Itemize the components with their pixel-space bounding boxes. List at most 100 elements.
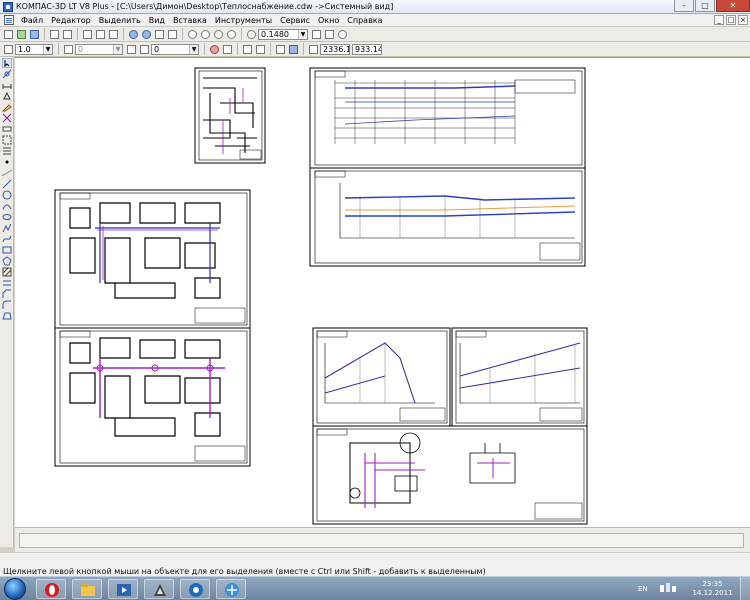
menu-editor[interactable]: Редактор [47,14,95,27]
close-button[interactable]: ✕ [716,0,750,12]
redo-button[interactable] [140,28,152,40]
save-button[interactable] [28,28,40,40]
new-document-button[interactable] [2,28,14,40]
rectangle-tool-button[interactable] [2,245,12,255]
menu-service[interactable]: Сервис [276,14,314,27]
mdi-close-button[interactable]: × [738,15,748,25]
line-scale-combo[interactable]: 1.0 ▼ [15,43,53,55]
symbols-tool-button[interactable] [2,91,12,101]
show-desktop-button[interactable] [740,577,750,600]
arc-tool-button[interactable] [2,201,12,211]
print-button[interactable] [48,28,60,40]
language-indicator[interactable]: EN [638,585,648,593]
open-button[interactable] [15,28,27,40]
paste-button[interactable] [107,28,119,40]
grid-button[interactable] [241,43,253,55]
grid-settings-button[interactable] [254,43,266,55]
drawing-canvas[interactable] [15,58,750,528]
drawing-sheet-profile-graph[interactable] [309,167,586,267]
menu-file[interactable]: Файл [17,14,47,27]
segment-tool-button[interactable] [2,179,12,189]
menu-view[interactable]: Вид [145,14,169,27]
layer-combo[interactable]: 0 ▼ [75,43,123,55]
spline-tool-button[interactable] [2,234,12,244]
start-button[interactable] [4,578,26,600]
zoom-scale-combo[interactable]: 0.1480 ▼ [258,28,308,40]
taskbar-kompas[interactable] [144,579,174,599]
measure-tool-button[interactable] [2,124,12,134]
ellipse-tool-button[interactable] [2,212,12,222]
undo-button[interactable] [127,28,139,40]
equidistant-tool-button[interactable] [2,278,12,288]
hatch-tool-button[interactable] [2,267,12,277]
menu-tools[interactable]: Инструменты [211,14,276,27]
view-combo[interactable]: 0 ▼ [151,43,199,55]
menu-insert[interactable]: Вставка [169,14,211,27]
point-tool-button[interactable] [2,157,12,167]
pan-button[interactable] [310,28,322,40]
document-icon[interactable] [4,15,14,25]
zoom-in-button[interactable] [199,28,211,40]
preview-button[interactable] [61,28,73,40]
drawing-sheet-graph-left[interactable] [312,327,451,427]
polygon-tool-button[interactable] [2,256,12,266]
cursor-coords-glyph-icon [308,44,318,54]
orbit-button[interactable] [336,28,348,40]
zoom-all-button[interactable] [225,28,237,40]
toolbar-separator [44,28,45,40]
taskbar-opera[interactable] [36,579,66,599]
minimize-button[interactable]: – [674,0,694,12]
layer-manager-button[interactable] [125,43,137,55]
taskbar-explorer[interactable] [72,579,102,599]
local-cs-button[interactable] [274,43,286,55]
snap-button[interactable] [208,43,220,55]
mdi-restore-button[interactable]: □ [726,15,736,25]
contour-tool-button[interactable] [2,311,12,321]
mdi-minimize-button[interactable]: _ [714,15,724,25]
tray-icons[interactable] [660,583,676,593]
select-group-button[interactable] [2,135,12,145]
maximize-button[interactable]: □ [695,0,715,12]
drawing-workspace[interactable] [15,57,750,527]
drawing-sheet-schematic[interactable] [194,67,266,164]
drawing-sheet-equipment[interactable] [312,425,588,525]
ortho-button[interactable] [287,43,299,55]
aux-line-tool-button[interactable] [1,168,13,178]
property-panel-field[interactable] [19,533,744,548]
taskbar-media[interactable] [108,579,138,599]
help-pointer-button[interactable] [166,28,178,40]
parametric-tool-button[interactable] [2,113,12,123]
circle-tool-button[interactable] [2,190,12,200]
symbols-icon [3,91,11,100]
taskbar-app[interactable] [180,579,210,599]
spec-tool-button[interactable] [2,146,12,156]
taskbar-browser[interactable] [216,579,246,599]
fillet-tool-button[interactable] [2,300,12,310]
drawing-sheet-profile-table[interactable] [309,67,586,169]
view-value: 0 [154,44,160,54]
drawing-sheet-graph-right[interactable] [451,327,588,427]
dimensions-tool-button[interactable] [2,80,12,90]
copy-button[interactable] [94,28,106,40]
drawing-sheet-plan-upper[interactable] [54,189,251,329]
select-tool-button[interactable] [1,57,13,69]
drawing-sheet-plan-lower[interactable] [54,327,251,467]
coord-y-field[interactable]: 933.14 [352,43,382,55]
zoom-out-button[interactable] [212,28,224,40]
menu-select[interactable]: Выделить [95,14,145,27]
taskbar-clock[interactable]: 23:35 14.12.2011 [690,580,735,598]
chamfer-tool-button[interactable] [2,289,12,299]
refresh-button[interactable] [323,28,335,40]
view-manager-button[interactable] [138,43,150,55]
toolbar-separator [303,43,304,55]
menu-window[interactable]: Окно [314,14,343,27]
menu-help[interactable]: Справка [343,14,386,27]
coord-x-field[interactable]: 2336.1 [320,43,350,55]
zoom-window-button[interactable] [186,28,198,40]
cut-button[interactable] [81,28,93,40]
properties-button[interactable] [153,28,165,40]
snap-settings-button[interactable] [221,43,233,55]
geometry-tool-button[interactable] [2,69,12,79]
edit-tool-button[interactable] [1,102,12,112]
polyline-tool-button[interactable] [2,223,12,233]
